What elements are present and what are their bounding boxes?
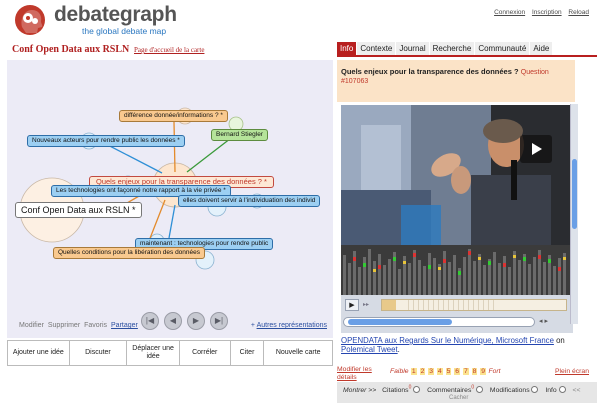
rating-5[interactable]: 5 <box>445 368 452 375</box>
logo-name: debategraph <box>54 3 177 26</box>
info-filter[interactable]: Info <box>545 386 566 395</box>
rating-9[interactable]: 9 <box>480 368 487 375</box>
map-controls: Modifier Supprimer Favoris Partager |◀ ◀… <box>7 308 333 336</box>
video-progress-track[interactable] <box>381 299 567 311</box>
citations-filter[interactable]: Citations0 <box>382 385 421 395</box>
comments-count: 0 <box>471 385 475 391</box>
question-title: Quels enjeux pour la transparence des do… <box>341 67 519 76</box>
question-header: Quels enjeux pour la transparence des do… <box>337 60 575 102</box>
rating-6[interactable]: 6 <box>454 368 461 375</box>
node-conditions-liberation[interactable]: Quelles conditions pour la libération de… <box>53 247 206 259</box>
add-idea-button[interactable]: Ajouter une idée <box>8 341 70 365</box>
citations-label: Citations <box>382 387 409 395</box>
account-links: Connexion Inscription Reload <box>489 9 589 16</box>
comments-radio[interactable] <box>476 386 484 394</box>
map-actions: Modifier Supprimer Favoris Partager <box>19 322 140 329</box>
video-play-icon[interactable]: ▶ <box>345 299 359 311</box>
next-node-icon[interactable]: ▶ <box>187 312 205 330</box>
discuss-button[interactable]: Discuter <box>69 341 128 365</box>
tab-info[interactable]: Info <box>337 42 357 55</box>
node-bernard-stiegler[interactable]: Bernard Stiegler <box>211 129 268 141</box>
modify-action[interactable]: Modifier <box>19 322 44 329</box>
login-link[interactable]: Connexion <box>494 9 525 16</box>
other-views: + Autres représentations <box>251 322 327 329</box>
rating-2[interactable]: 2 <box>419 368 426 375</box>
share-link[interactable]: Partager <box>111 322 138 329</box>
tab-aide[interactable]: Aide <box>530 42 553 55</box>
node-nouveaux-acteurs[interactable]: Nouveaux acteurs pour rendre public les … <box>27 135 185 147</box>
logo-tagline: the global debate map <box>82 26 167 36</box>
other-views-link[interactable]: Autres représentations <box>257 322 327 329</box>
document-source-link[interactable]: Polemical Tweet <box>341 345 398 354</box>
play-icon[interactable] <box>520 135 552 163</box>
correlate-button[interactable]: Corréler <box>179 341 231 365</box>
citations-radio[interactable] <box>413 386 421 394</box>
fullscreen-link[interactable]: Plein écran <box>555 368 589 375</box>
document-reference: OPENDATA aux Regards Sur le Numérique, M… <box>341 336 573 354</box>
video-vertical-scrollbar[interactable] <box>570 104 578 324</box>
modifications-label: Modifications <box>489 387 530 395</box>
bottom-toolbar: Ajouter une idée Discuter Déplacer une i… <box>7 340 333 366</box>
rating-7[interactable]: 7 <box>462 368 469 375</box>
rating-8[interactable]: 8 <box>471 368 478 375</box>
favorites-action[interactable]: Favoris <box>84 322 107 329</box>
collapse-button[interactable]: << <box>573 387 581 394</box>
rating-3[interactable]: 3 <box>428 368 435 375</box>
previous-node-icon[interactable]: ◀ <box>164 312 182 330</box>
info-label: Info <box>545 387 557 395</box>
video-timeline-bars <box>341 245 573 295</box>
question-id: #107063 <box>341 78 369 85</box>
document-title-link[interactable]: OPENDATA aux Regards Sur le Numérique, M… <box>341 336 554 345</box>
question-type: Question <box>520 69 549 76</box>
other-views-icon: + <box>250 322 255 329</box>
rating-scale: Faible 1 2 3 4 5 6 7 8 9 Fort <box>390 368 501 375</box>
debate-map[interactable]: différence donnée/informations ? * Berna… <box>7 60 333 338</box>
filter-bar: Montrer >> Citations0 Commentaires0 Modi… <box>337 382 597 403</box>
signup-link[interactable]: Inscription <box>532 9 562 16</box>
tab-communaute[interactable]: Communauté <box>475 42 530 55</box>
video-controls: ▶ ▸▸ ◂ ▸ <box>341 295 573 333</box>
edit-details-link[interactable]: Modifier les détails <box>337 366 377 382</box>
debategraph-logo[interactable]: debategraph the global debate map <box>14 3 177 39</box>
node-individuation[interactable]: elles doivent servir à l'individuation d… <box>178 195 321 207</box>
new-map-button[interactable]: Nouvelle carte <box>264 341 332 365</box>
reload-link[interactable]: Reload <box>568 9 589 16</box>
modifications-filter[interactable]: Modifications <box>489 386 540 395</box>
move-idea-button[interactable]: Déplacer une idée <box>127 341 180 365</box>
info-tabs: Info Contexte Journal Recherche Communau… <box>337 42 597 57</box>
node-root-conf-open-data[interactable]: Conf Open Data aux RSLN * <box>15 202 142 218</box>
tab-journal[interactable]: Journal <box>396 42 429 55</box>
rating-1[interactable]: 1 <box>410 368 417 375</box>
video-rewind-icon[interactable]: ▸▸ <box>363 301 369 308</box>
scroll-arrows-icon[interactable]: ◂ ▸ <box>539 317 548 325</box>
tab-recherche[interactable]: Recherche <box>429 42 475 55</box>
modifications-radio[interactable] <box>531 386 539 394</box>
node-difference-donnee-information[interactable]: différence donnée/informations ? * <box>119 110 228 122</box>
first-node-icon[interactable]: |◀ <box>141 312 159 330</box>
comments-filter[interactable]: Commentaires0 <box>427 385 484 395</box>
scrollbar-thumb[interactable] <box>572 159 577 229</box>
video-horizontal-scrollbar[interactable] <box>343 317 535 327</box>
comments-label: Commentaires <box>427 387 472 395</box>
tab-contexte[interactable]: Contexte <box>357 42 396 55</box>
hide-link[interactable]: Cacher <box>449 395 468 401</box>
map-title: Conf Open Data aux RSLN <box>12 44 130 55</box>
document-connector: on <box>556 336 565 345</box>
map-home-link[interactable]: Page d'accueil de la carte <box>134 46 204 54</box>
show-more-button[interactable]: Montrer >> <box>343 387 376 394</box>
video-frame <box>341 105 573 245</box>
rating-high-label: Fort <box>488 368 501 375</box>
rating-low-label: Faible <box>390 368 409 375</box>
cite-button[interactable]: Citer <box>230 341 265 365</box>
delete-action[interactable]: Supprimer <box>48 322 80 329</box>
info-radio[interactable] <box>558 386 566 394</box>
logo-head-icon <box>15 5 45 35</box>
video-player[interactable]: ▶ ▸▸ ◂ ▸ <box>341 105 573 333</box>
last-node-icon[interactable]: ▶| <box>210 312 228 330</box>
rating-4[interactable]: 4 <box>436 368 443 375</box>
document-end: . <box>397 345 400 354</box>
citations-count: 0 <box>408 385 412 391</box>
